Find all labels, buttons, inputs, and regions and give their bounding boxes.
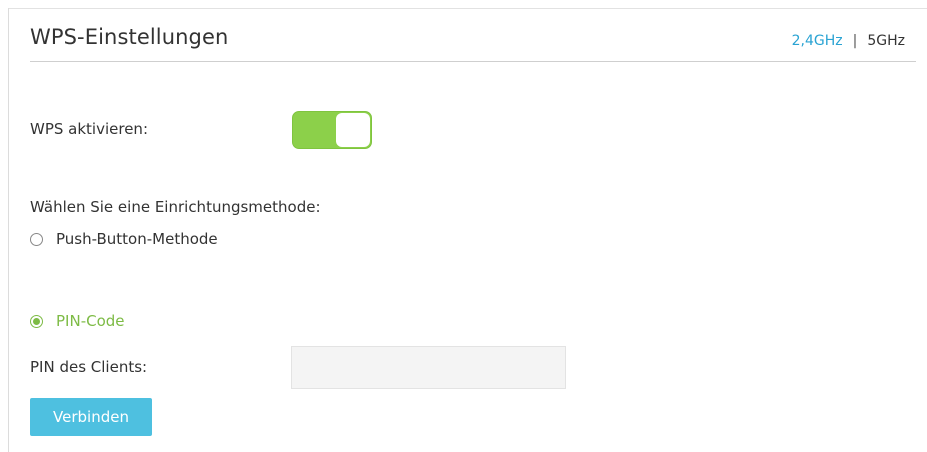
connect-button[interactable]: Verbinden — [30, 398, 152, 436]
tab-5ghz[interactable]: 5GHz — [867, 33, 905, 49]
radio-label-pin-code: PIN-Code — [56, 312, 125, 330]
band-tabs: 2,4GHz | 5GHz — [792, 33, 905, 49]
wps-settings-page: WPS-Einstellungen 2,4GHz | 5GHz WPS akti… — [0, 0, 927, 452]
tab-2-4ghz[interactable]: 2,4GHz — [792, 33, 843, 49]
radio-push-button-method[interactable]: Push-Button-Methode — [30, 230, 218, 248]
band-tab-separator: | — [852, 33, 858, 49]
wps-enable-toggle[interactable] — [292, 111, 372, 149]
radio-checked-icon[interactable] — [30, 314, 43, 328]
radio-pin-code[interactable]: PIN-Code — [30, 312, 125, 330]
page-title: WPS-Einstellungen — [30, 25, 229, 49]
panel-top-border — [8, 8, 927, 9]
radio-dot — [33, 317, 40, 325]
radio-label-push-button: Push-Button-Methode — [56, 230, 218, 248]
title-divider — [30, 61, 916, 62]
toggle-knob — [336, 113, 370, 147]
pin-client-label: PIN des Clients: — [30, 358, 148, 376]
pin-client-input[interactable] — [291, 346, 566, 389]
panel-left-border — [8, 8, 9, 452]
radio-unchecked-icon[interactable] — [30, 232, 43, 246]
method-prompt: Wählen Sie eine Einrichtungsmethode: — [30, 198, 321, 216]
wps-enable-label: WPS aktivieren: — [30, 120, 148, 138]
